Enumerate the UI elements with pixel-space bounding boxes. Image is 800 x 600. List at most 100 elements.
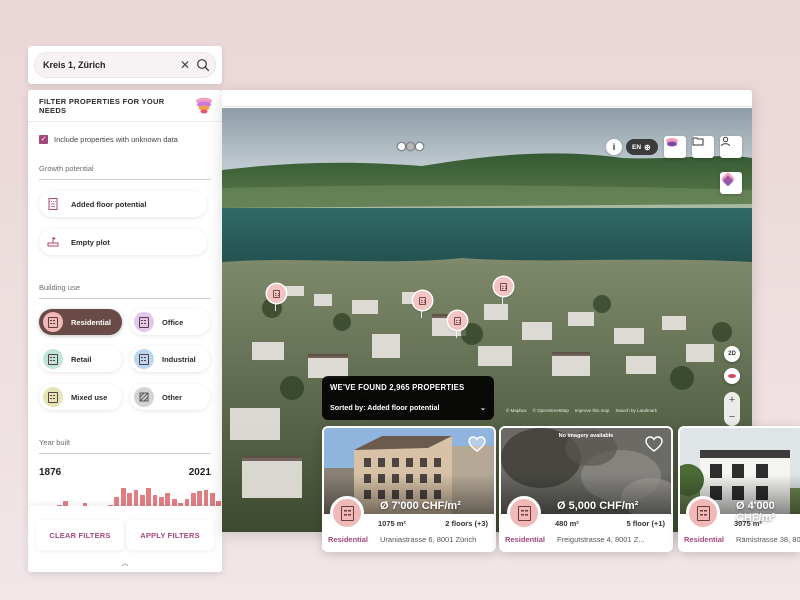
year-min: 1876: [39, 467, 62, 478]
divider: [39, 179, 211, 180]
attribution-item[interactable]: Improve this map: [575, 408, 610, 413]
search-icon[interactable]: [196, 58, 210, 72]
year-max: 2021: [188, 467, 211, 478]
unknown-data-checkbox[interactable]: ✓: [39, 135, 48, 144]
property-pin[interactable]: [448, 311, 467, 338]
filter-title: FILTER PROPERTIES FOR YOUR NEEDS: [39, 96, 165, 115]
view-2d-button[interactable]: 2D: [724, 346, 740, 362]
building-use-label: Mixed use: [71, 392, 108, 402]
building-use-other[interactable]: Other: [130, 384, 210, 410]
property-pin[interactable]: [413, 291, 432, 318]
residential-icon: [43, 312, 63, 332]
building-use-label: Office: [162, 317, 184, 327]
layers-icon: [194, 96, 214, 116]
building-use-label: Residential: [71, 317, 112, 327]
residential-badge-icon: [330, 496, 364, 530]
attribution-item[interactable]: © Mapbox: [506, 408, 527, 413]
property-floors: 2 floors (+3): [445, 519, 488, 528]
filter-footer: CLEAR FILTERS APPLY FILTERS ︿: [28, 506, 222, 572]
building-use-label: Retail: [71, 354, 92, 364]
plot-icon: [43, 232, 63, 252]
chevron-down-icon: ⌄: [479, 403, 486, 412]
results-count: WE'VE FOUND 2,965 PROPERTIES: [330, 383, 465, 392]
building-use-industrial[interactable]: Industrial: [130, 346, 210, 372]
building-use-label: Industrial: [162, 354, 196, 364]
other-icon: [134, 387, 154, 407]
property-address: Rämistrasse 38, 8001: [736, 535, 800, 544]
clear-filters-button[interactable]: CLEAR FILTERS: [36, 520, 124, 550]
app-logo: [398, 143, 423, 150]
attribution-item[interactable]: © OpenStreetMap: [533, 408, 569, 413]
zoom-control: + −: [724, 392, 740, 426]
floors-icon: [43, 194, 63, 214]
property-pin[interactable]: [494, 277, 513, 304]
close-icon[interactable]: ✕: [180, 59, 190, 71]
growth-empty-plot[interactable]: Empty plot: [39, 229, 207, 255]
property-card[interactable]: Ø 4'000 CHF/m² 3075 m² Residential Rämis…: [678, 426, 800, 552]
property-pin[interactable]: [267, 284, 286, 311]
zoom-out-button[interactable]: −: [729, 412, 735, 423]
layers-button[interactable]: [664, 136, 686, 158]
building-use-residential[interactable]: Residential: [39, 309, 122, 335]
growth-label: Empty plot: [71, 237, 110, 247]
divider: [39, 298, 211, 299]
results-summary: WE'VE FOUND 2,965 PROPERTIES Sorted by: …: [322, 376, 494, 420]
property-card[interactable]: Ø 7'000 CHF/m² 1075 m² 2 floors (+3) Res…: [322, 426, 496, 552]
sort-label: Sorted by: Added floor potential: [330, 403, 440, 412]
price-per-m2: Ø 4'000 CHF/m²: [736, 500, 776, 524]
compass-icon: [728, 374, 736, 378]
building-use-office[interactable]: Office: [130, 309, 210, 335]
filter-panel: FILTER PROPERTIES FOR YOUR NEEDS ✓ Inclu…: [28, 90, 222, 572]
building-use-section-label: Building use: [39, 283, 80, 292]
search-panel: ✕: [28, 46, 222, 84]
property-type: Residential: [328, 535, 369, 544]
growth-label: Added floor potential: [71, 199, 147, 209]
info-icon: i: [612, 142, 616, 152]
residential-badge-icon: [686, 496, 720, 530]
divider: [39, 453, 211, 454]
residential-badge-icon: [507, 496, 541, 530]
language-label: EN: [632, 143, 642, 151]
map-attribution: © Mapbox © OpenStreetMap Improve this ma…: [506, 408, 657, 413]
property-floors: 5 floor (+1): [626, 519, 665, 528]
retail-icon: [43, 349, 63, 369]
property-card[interactable]: No imagery available Ø 5,000 CHF/m² 480 …: [499, 426, 673, 552]
year-built-section-label: Year built: [39, 438, 70, 447]
office-icon: [134, 312, 154, 332]
property-area: 480 m²: [555, 519, 579, 528]
property-address: Uraniastrasse 6, 8001 Zürich: [380, 535, 477, 544]
info-button[interactable]: i: [606, 139, 622, 155]
building-use-retail[interactable]: Retail: [39, 346, 122, 372]
zoom-in-button[interactable]: +: [729, 395, 735, 406]
favorite-heart-icon[interactable]: [468, 436, 486, 457]
price-per-m2: Ø 5,000 CHF/m²: [557, 500, 639, 512]
industrial-icon: [134, 349, 154, 369]
window-titlebar: [222, 90, 752, 107]
property-area: 1075 m²: [378, 519, 406, 528]
filter-header: FILTER PROPERTIES FOR YOUR NEEDS: [28, 90, 222, 122]
search-box[interactable]: ✕: [34, 52, 216, 78]
building-use-mixed-use[interactable]: Mixed use: [39, 384, 122, 410]
chevron-up-icon[interactable]: ︿: [28, 558, 222, 568]
map-style-button[interactable]: [720, 172, 742, 194]
building-use-label: Other: [162, 392, 183, 402]
growth-section-label: Growth potential: [39, 164, 94, 173]
property-type: Residential: [505, 535, 546, 544]
growth-added-floor-potential[interactable]: Added floor potential: [39, 191, 207, 217]
globe-icon: ⊕: [644, 142, 651, 152]
unknown-data-checkbox-row[interactable]: ✓ Include properties with unknown data: [28, 122, 222, 144]
profile-button[interactable]: [720, 136, 742, 158]
language-toggle[interactable]: EN ⊕: [626, 139, 658, 155]
unknown-data-label: Include properties with unknown data: [54, 135, 178, 144]
favorite-heart-icon[interactable]: [645, 436, 663, 457]
property-address: Freigutstrasse 4, 8001 Z...: [557, 535, 645, 544]
attribution-item[interactable]: Search by Landmark: [615, 408, 657, 413]
search-input[interactable]: [43, 60, 174, 70]
compass-button[interactable]: [724, 368, 740, 384]
mixed-use-icon: [43, 387, 63, 407]
folder-button[interactable]: [692, 136, 714, 158]
price-per-m2: Ø 7'000 CHF/m²: [380, 500, 461, 512]
apply-filters-button[interactable]: APPLY FILTERS: [126, 520, 214, 550]
property-type: Residential: [684, 535, 725, 544]
sort-dropdown[interactable]: Sorted by: Added floor potential ⌄: [330, 403, 486, 412]
